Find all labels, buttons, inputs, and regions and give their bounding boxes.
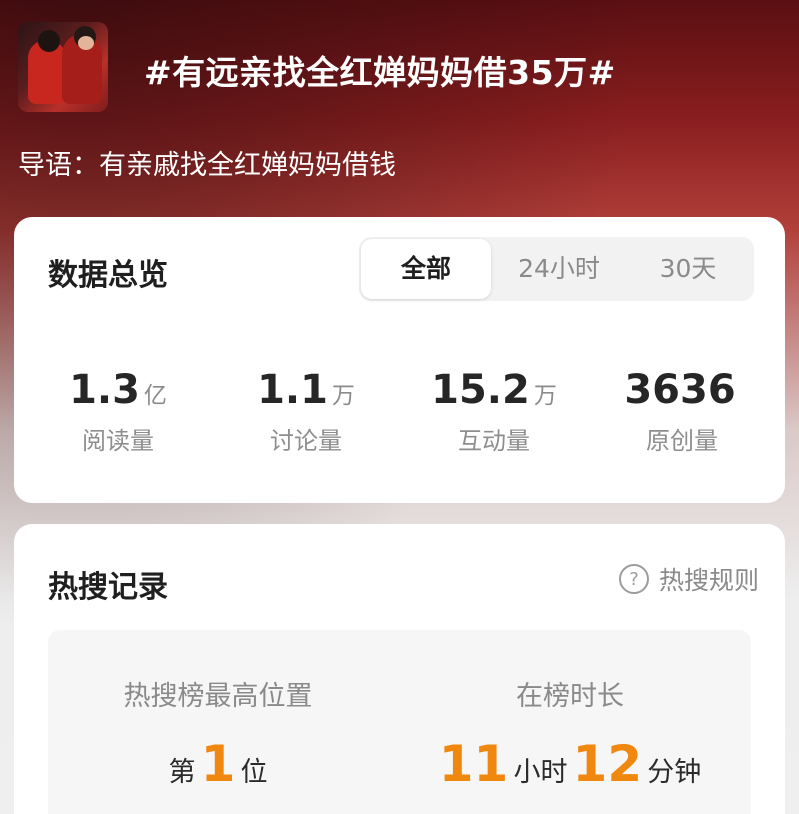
peak-prefix: 第 (168, 757, 196, 788)
stat-label: 讨论量 (270, 427, 342, 455)
time-range-tabs: 全部 24小时 30天 (359, 237, 754, 301)
duration-hours-unit: 小时 (513, 757, 568, 788)
stat-label: 阅读量 (82, 427, 154, 455)
topic-title: #有远亲找全红婵妈妈借35万# (144, 53, 616, 92)
stat-originals: 3636 原创量 (582, 367, 782, 456)
hot-search-rules-link[interactable]: ? 热搜规则 (618, 562, 759, 596)
time-on-list-title: 在榜时长 (516, 681, 624, 712)
stat-value: 1.1 (257, 367, 328, 413)
stat-unit: 亿 (143, 383, 167, 409)
tab-30d[interactable]: 30天 (631, 237, 745, 301)
hot-search-rules-label: 热搜规则 (658, 566, 759, 595)
thumbnail-head-left (38, 30, 60, 52)
peak-position-title: 热搜榜最高位置 (123, 681, 313, 712)
stat-reads: 1.3 亿 阅读量 (18, 367, 218, 456)
stat-value: 3636 (624, 367, 736, 413)
stat-unit: 万 (331, 383, 355, 409)
duration-minutes: 12 (572, 735, 643, 793)
stat-label: 互动量 (458, 427, 530, 455)
peak-value: 1 (200, 735, 236, 793)
stat-discussions: 1.1 万 讨论量 (206, 367, 406, 456)
thumbnail-face (78, 36, 94, 50)
stat-value: 15.2 (431, 367, 530, 413)
topic-lead: 导语：有亲戚找全红婵妈妈借钱 (18, 150, 396, 181)
tab-24h[interactable]: 24小时 (499, 237, 619, 301)
stat-label: 原创量 (646, 427, 718, 455)
time-on-list: 在榜时长 11 小时 12 分钟 (400, 674, 740, 793)
hot-search-card: 热搜记录 ? 热搜规则 热搜榜最高位置 第 1 位 在榜时长 11 小时 12 … (14, 524, 785, 814)
topic-thumbnail[interactable] (18, 22, 108, 112)
duration-minutes-unit: 分钟 (647, 757, 702, 788)
stat-value: 1.3 (69, 367, 140, 413)
data-overview-card: 数据总览 全部 24小时 30天 1.3 亿 阅读量 1.1 万 讨论量 15.2 万… (14, 217, 785, 503)
question-circle-icon: ? (618, 564, 649, 594)
hot-search-panel: 热搜榜最高位置 第 1 位 在榜时长 11 小时 12 分钟 (48, 630, 751, 814)
data-overview-title: 数据总览 (48, 258, 168, 293)
topic-header: #有远亲找全红婵妈妈借35万# (18, 22, 788, 114)
peak-position: 热搜榜最高位置 第 1 位 (48, 674, 388, 793)
stat-unit: 万 (533, 383, 557, 409)
peak-suffix: 位 (240, 757, 268, 788)
stat-interactions: 15.2 万 互动量 (394, 367, 594, 456)
duration-hours: 11 (438, 735, 509, 793)
hot-search-title: 热搜记录 (48, 570, 168, 605)
tab-all[interactable]: 全部 (361, 239, 491, 299)
